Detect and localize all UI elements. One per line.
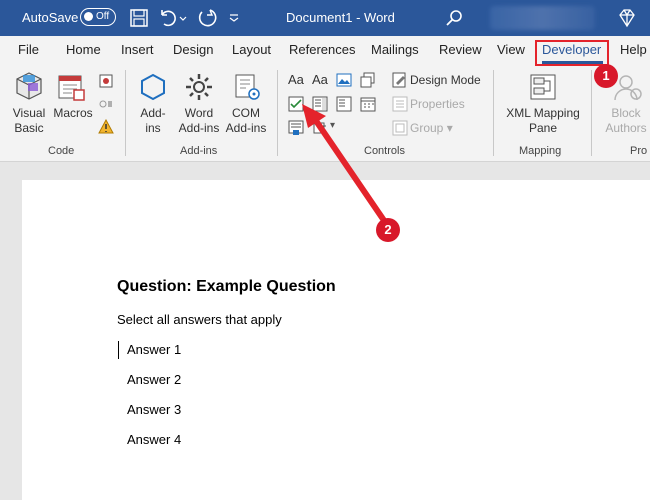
tab-view[interactable]: View [497, 42, 525, 57]
pause-recording-icon[interactable] [98, 96, 114, 112]
visual-basic-icon [16, 72, 42, 100]
com-addins-icon [235, 74, 260, 100]
dropdown-list-content-control-icon[interactable] [336, 96, 352, 112]
document-title: Document1 - Word [286, 10, 395, 25]
word-addins-label: Word Add-ins [178, 106, 220, 135]
tab-design[interactable]: Design [173, 42, 213, 57]
customize-quick-access-icon[interactable] [228, 7, 240, 29]
com-addins-label: COM Add-ins [225, 106, 267, 135]
save-icon[interactable] [128, 7, 150, 29]
tab-help[interactable]: Help [620, 42, 647, 57]
title-bar: AutoSave Off Document1 - Word [0, 0, 650, 36]
annotation-badge-1: 1 [594, 64, 618, 88]
visual-basic-label: Visual Basic [12, 106, 46, 135]
group-icon [392, 120, 408, 136]
combo-box-content-control-icon[interactable] [312, 96, 328, 112]
undo-icon[interactable] [156, 7, 178, 29]
question-title: Question: Example Question [117, 278, 336, 295]
rich-text-content-control[interactable]: Aa [288, 72, 304, 87]
addins-label: Add- ins [140, 106, 166, 135]
properties-label: Properties [410, 97, 465, 111]
question-instruction: Select all answers that apply [117, 312, 282, 327]
developer-tab-highlight [535, 40, 609, 66]
record-macro-icon[interactable] [98, 73, 114, 89]
visual-basic-button[interactable]: Visual Basic [6, 106, 52, 136]
building-block-gallery-icon[interactable] [360, 72, 376, 88]
design-mode-label: Design Mode [410, 73, 481, 87]
tab-file[interactable]: File [18, 42, 39, 57]
date-picker-content-control-icon[interactable] [360, 96, 376, 112]
tab-insert[interactable]: Insert [121, 42, 154, 57]
addins-group-label: Add-ins [180, 145, 218, 157]
properties-icon [392, 96, 408, 112]
redo-icon[interactable] [196, 7, 218, 29]
answer-item: Answer 1 [127, 342, 182, 357]
answer-item: Answer 4 [127, 432, 182, 447]
picture-content-control-icon[interactable] [336, 72, 352, 88]
group-label: Group [410, 121, 444, 135]
text-cursor [118, 341, 119, 359]
group-separator [493, 70, 494, 156]
account-area-blurred [490, 6, 595, 30]
mapping-group-label: Mapping [519, 145, 562, 157]
addins-button[interactable]: Add- ins [134, 106, 172, 136]
xml-mapping-pane-button[interactable]: XML Mapping Pane [500, 106, 586, 136]
tab-home[interactable]: Home [66, 42, 101, 57]
group-separator [591, 70, 592, 156]
block-authors-button[interactable]: Block Authors [596, 106, 650, 136]
answer-item: Answer 2 [127, 372, 182, 387]
xml-mapping-pane-label: XML Mapping Pane [506, 106, 580, 135]
annotation-badge-2: 2 [376, 218, 400, 242]
macros-label: Macros [53, 106, 93, 120]
toggle-knob [84, 12, 93, 21]
legacy-tools-dropdown[interactable]: ▾ [330, 120, 335, 131]
tab-mailings[interactable]: Mailings [371, 42, 419, 57]
repeating-section-content-control-icon[interactable] [288, 120, 304, 136]
group-dropdown-icon: ▾ [446, 121, 453, 135]
block-authors-label: Block Authors [605, 106, 647, 135]
design-mode-icon [392, 72, 406, 88]
word-addins-gear-icon [186, 74, 212, 100]
controls-group-label: Controls [364, 145, 405, 157]
search-icon[interactable] [444, 7, 466, 29]
autosave-toggle[interactable]: Off [80, 8, 116, 26]
tab-references[interactable]: References [289, 42, 355, 57]
diamond-icon[interactable] [616, 7, 638, 29]
macros-button[interactable]: Macros [50, 106, 96, 121]
group-separator [277, 70, 278, 156]
toggle-state-label: Off [96, 11, 110, 22]
macro-security-icon[interactable] [98, 119, 114, 135]
design-mode-button[interactable]: Design Mode [410, 73, 481, 88]
tab-layout[interactable]: Layout [232, 42, 271, 57]
macros-icon [58, 75, 85, 101]
checkbox-content-control-icon[interactable] [288, 96, 304, 112]
xml-mapping-pane-icon [530, 74, 556, 100]
answer-item: Answer 3 [127, 402, 182, 417]
com-addins-button[interactable]: COM Add-ins [222, 106, 270, 136]
addins-icon [141, 73, 165, 101]
protect-group-label: Pro [630, 145, 648, 157]
tab-review[interactable]: Review [439, 42, 482, 57]
plain-text-content-control[interactable]: Aa [312, 72, 328, 87]
undo-dropdown-icon[interactable] [178, 7, 188, 29]
autosave-label: AutoSave [22, 10, 79, 25]
properties-button[interactable]: Properties [410, 97, 465, 112]
group-button[interactable]: Group ▾ [410, 121, 453, 136]
document-page[interactable] [22, 180, 650, 500]
group-separator [125, 70, 126, 156]
word-addins-button[interactable]: Word Add-ins [175, 106, 223, 136]
code-group-label: Code [48, 145, 75, 157]
legacy-tools-icon[interactable] [312, 120, 328, 136]
